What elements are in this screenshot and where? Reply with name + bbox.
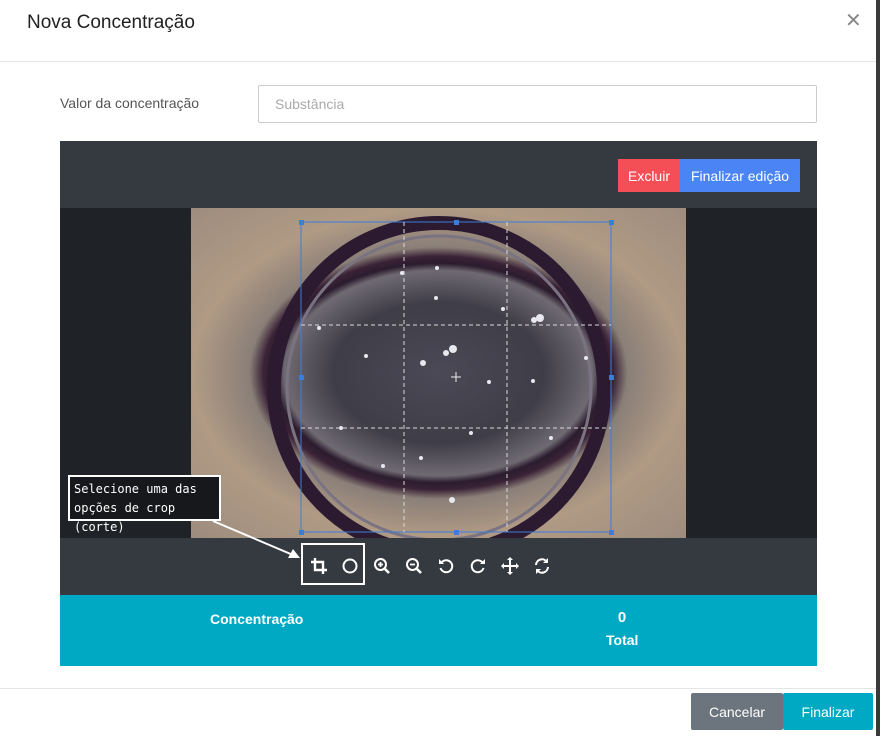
concentration-label: Valor da concentração xyxy=(60,95,200,111)
delete-button[interactable]: Excluir xyxy=(618,159,680,192)
editor-toolbar xyxy=(60,538,817,595)
sample-photo xyxy=(191,208,686,538)
substance-input[interactable] xyxy=(258,85,817,123)
zoom-out-icon[interactable] xyxy=(403,555,425,577)
summary-caption: Total xyxy=(606,632,639,648)
modal-dialog: Nova Concentração ✕ Valor da concentraçã… xyxy=(0,0,876,736)
backdrop-edge xyxy=(876,0,880,736)
summary-value: 0 xyxy=(617,609,627,626)
modal-title: Nova Concentração xyxy=(27,12,195,33)
summary-label: Concentração xyxy=(210,611,304,627)
finish-edit-button[interactable]: Finalizar edição xyxy=(680,159,800,192)
callout-note: Selecione uma das opções de crop (corte) xyxy=(68,475,221,534)
editor-topbar: Excluir Finalizar edição xyxy=(60,141,817,208)
reset-icon[interactable] xyxy=(531,555,553,577)
move-icon[interactable] xyxy=(499,555,521,577)
dish-rim xyxy=(267,216,611,538)
callout-line-1: Selecione uma das xyxy=(74,482,197,496)
crop-options-highlight xyxy=(301,543,365,585)
modal-header: Nova Concentração ✕ xyxy=(0,0,876,62)
summary-bar: Concentração 0 Total xyxy=(60,595,817,666)
photo-overlay xyxy=(267,216,614,538)
cancel-button[interactable]: Cancelar xyxy=(691,693,783,730)
dish-inner-rim xyxy=(285,234,593,538)
specks xyxy=(317,266,588,503)
crop-center-icon xyxy=(451,372,461,382)
finish-button[interactable]: Finalizar xyxy=(783,693,873,730)
callout-line-2: opções de crop (corte) xyxy=(74,501,176,534)
close-icon[interactable]: ✕ xyxy=(845,8,862,33)
rotate-right-icon[interactable] xyxy=(467,555,489,577)
rotate-left-icon[interactable] xyxy=(435,555,457,577)
zoom-in-icon[interactable] xyxy=(371,555,393,577)
